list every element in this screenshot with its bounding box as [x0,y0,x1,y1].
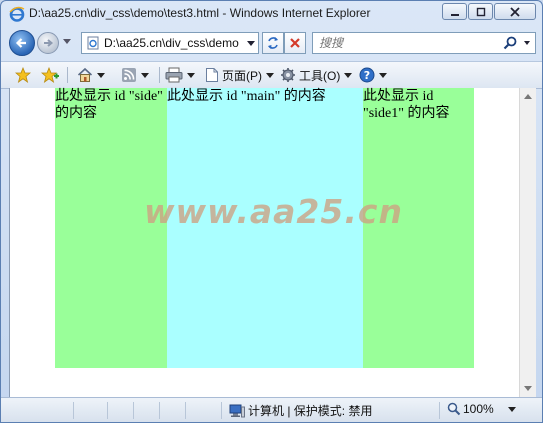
favorites-button[interactable] [15,66,31,84]
page-menu-label: 页面(P) [222,68,262,83]
navigation-bar: D:\aa25.cn\div_css\demo [1,27,542,61]
window-title: D:\aa25.cn\div_css\demo\test3.html - Win… [29,6,371,20]
minimize-button[interactable] [442,3,467,20]
computer-icon [229,404,245,417]
refresh-icon [268,37,278,49]
page-menu-dropdown-icon [266,72,274,78]
security-zone[interactable]: 计算机 | 保护模式: 禁用 [229,402,372,419]
maximize-button[interactable] [468,3,493,20]
stop-x-icon [290,38,300,48]
command-bar: 页面(P) 工具(O) ? [1,61,542,89]
tools-menu-label: 工具(O) [299,68,341,83]
feeds-button[interactable] [121,66,149,84]
star-icon [15,67,31,83]
address-dropdown-icon[interactable] [247,41,255,46]
address-url: D:\aa25.cn\div_css\demo [104,36,239,50]
help-button[interactable]: ? [359,66,387,84]
address-bar[interactable]: D:\aa25.cn\div_css\demo [81,32,259,54]
browser-window: D:\aa25.cn\div_css\demo\test3.html - Win… [0,0,543,423]
zoom-icon [447,402,461,416]
print-button[interactable] [165,66,195,84]
page-menu-button[interactable]: 页面(P) [205,66,274,84]
minimize-icon [450,13,459,16]
side1-column-text: 此处显示 id "side1" 的内容 [363,89,450,121]
title-bar: D:\aa25.cn\div_css\demo\test3.html - Win… [1,1,542,27]
zoom-level: 100% [463,402,494,416]
help-icon: ? [359,67,375,83]
watermark-text: www.aa25.cn [144,192,403,231]
add-favorite-icon [41,67,59,83]
page-menu-icon [206,68,218,82]
window-controls [442,3,536,20]
home-dropdown-icon[interactable] [97,72,105,78]
recent-pages-dropdown[interactable] [63,39,71,44]
gear-icon [281,68,295,82]
page-icon [87,36,99,50]
status-bar: 计算机 | 保护模式: 禁用 100% [1,397,542,422]
print-dropdown-icon[interactable] [187,72,195,78]
stop-button[interactable] [284,32,306,54]
refresh-button[interactable] [262,32,284,54]
feeds-dropdown-icon[interactable] [141,72,149,78]
security-zone-label: 计算机 | 保护模式: 禁用 [248,404,373,418]
side-column-text: 此处显示 id "side" 的内容 [55,89,163,121]
tools-menu-dropdown-icon [344,72,353,78]
forward-button[interactable] [37,32,59,54]
printer-icon [165,67,183,83]
search-input[interactable] [313,33,505,53]
close-icon [510,6,520,17]
back-button[interactable] [9,30,35,56]
arrow-right-icon [44,39,54,47]
add-favorite-button[interactable] [41,66,59,84]
search-provider-dropdown[interactable] [524,41,530,45]
ie-logo-icon [9,6,25,22]
close-window-button[interactable] [494,3,536,20]
scroll-down-arrow-icon[interactable] [524,386,532,391]
vertical-scrollbar[interactable] [519,88,536,397]
rss-feed-icon [122,68,136,82]
page-viewport: 此处显示 id "side" 的内容 此处显示 id "main" 的内容 此处… [9,88,535,397]
scroll-up-arrow-icon[interactable] [524,94,532,99]
restore-icon [476,7,485,16]
zoom-dropdown-icon[interactable] [507,406,516,412]
home-icon [77,67,93,82]
help-dropdown-icon[interactable] [379,72,387,78]
search-box[interactable] [312,32,536,54]
svg-text:?: ? [364,69,370,82]
search-icon[interactable] [503,36,517,50]
tools-menu-button[interactable]: 工具(O) [280,66,353,84]
arrow-left-icon [15,38,26,48]
zoom-control[interactable]: 100% [447,402,516,416]
home-button[interactable] [77,66,105,84]
main-column-text: 此处显示 id "main" 的内容 [167,89,326,104]
